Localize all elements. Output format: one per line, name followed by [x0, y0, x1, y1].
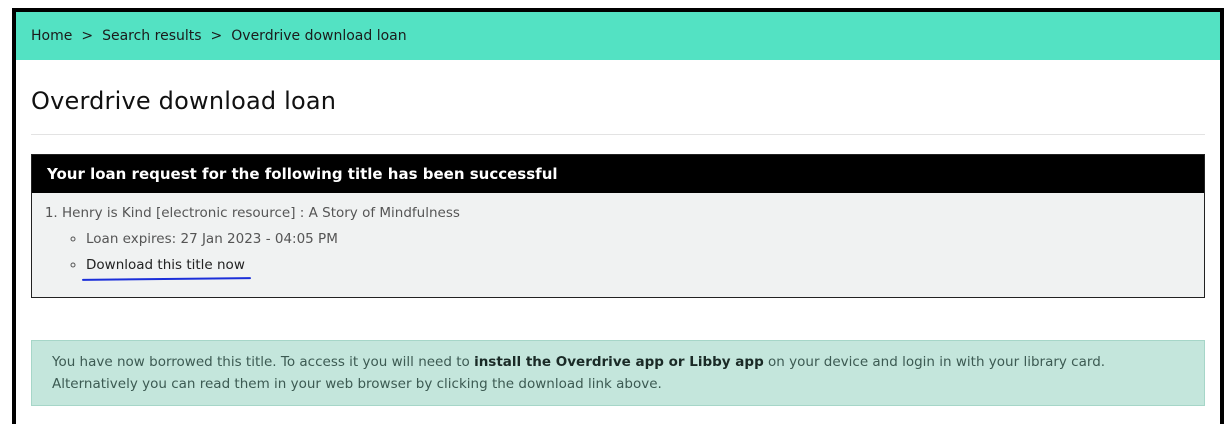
- alert-text-bold: install the Overdrive app or Libby app: [474, 354, 764, 370]
- download-title-link[interactable]: Download this title now: [86, 257, 245, 273]
- loan-result-panel: Your loan request for the following titl…: [31, 154, 1205, 298]
- page-frame: Home > Search results > Overdrive downlo…: [12, 8, 1224, 424]
- download-item: Download this title now: [86, 252, 1204, 278]
- title-divider: [31, 134, 1205, 135]
- breadcrumb-home[interactable]: Home: [31, 28, 72, 44]
- loan-title-item: Henry is Kind [electronic resource] : A …: [62, 202, 1204, 278]
- breadcrumb-separator: >: [210, 28, 223, 44]
- alert-text-before: You have now borrowed this title. To acc…: [52, 354, 475, 370]
- breadcrumb-current: Overdrive download loan: [231, 28, 407, 44]
- borrow-info-alert: You have now borrowed this title. To acc…: [31, 340, 1205, 406]
- loan-title-name: Henry is Kind [electronic resource] : A …: [62, 205, 460, 221]
- breadcrumb: Home > Search results > Overdrive downlo…: [16, 12, 1220, 60]
- loan-expiry-text: Loan expires: 27 Jan 2023 - 04:05 PM: [86, 231, 338, 247]
- loan-expiry: Loan expires: 27 Jan 2023 - 04:05 PM: [86, 226, 1204, 252]
- loan-title-list: Henry is Kind [electronic resource] : A …: [32, 193, 1204, 278]
- breadcrumb-separator: >: [81, 28, 94, 44]
- alert-text-after: on your device and login in with your li…: [763, 354, 1106, 370]
- breadcrumb-search-results[interactable]: Search results: [102, 28, 201, 44]
- loan-details-list: Loan expires: 27 Jan 2023 - 04:05 PM Dow…: [62, 226, 1204, 278]
- panel-header: Your loan request for the following titl…: [32, 155, 1204, 193]
- alert-text-line2: Alternatively you can read them in your …: [52, 376, 662, 392]
- page-title: Overdrive download loan: [31, 87, 337, 115]
